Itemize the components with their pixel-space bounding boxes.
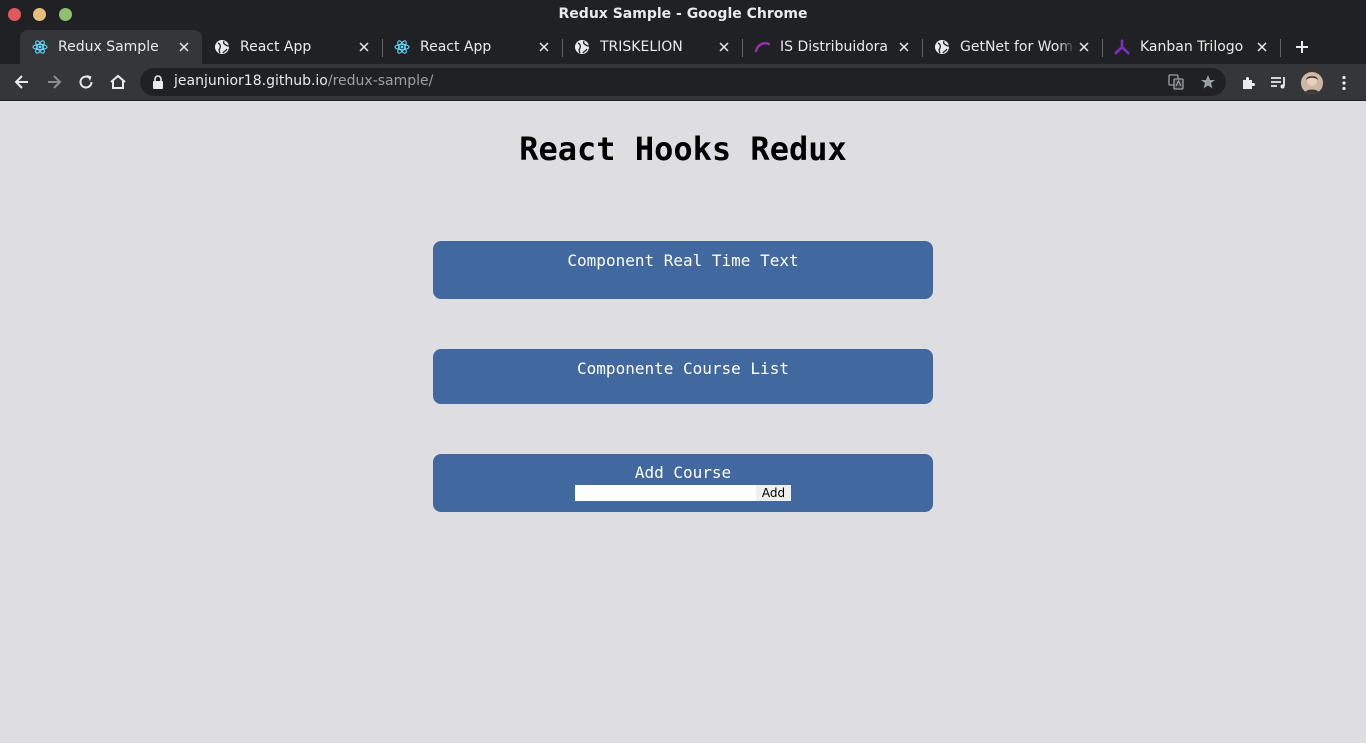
tab-react-app-1[interactable]: React App (202, 30, 382, 64)
close-tab-icon[interactable] (1076, 39, 1092, 55)
url-text: jeanjunior18.github.io/redux-sample/ (174, 73, 433, 89)
address-bar[interactable]: jeanjunior18.github.io/redux-sample/ (140, 68, 1226, 96)
add-course-form: Add (433, 485, 933, 501)
back-button[interactable] (10, 70, 34, 94)
add-course-heading: Add Course (634, 463, 732, 482)
forward-button[interactable] (42, 70, 66, 94)
close-tab-icon[interactable] (356, 39, 372, 55)
globe-icon (934, 39, 950, 55)
tab-getnet[interactable]: GetNet for Wom (922, 30, 1102, 64)
swoosh-icon (754, 39, 770, 55)
window-titlebar: Redux Sample - Google Chrome (0, 0, 1366, 30)
reload-icon (79, 75, 93, 89)
reload-button[interactable] (74, 70, 98, 94)
extensions-icon[interactable] (1238, 73, 1258, 93)
media-queue-icon[interactable] (1269, 73, 1289, 93)
trilogo-icon (1114, 39, 1130, 55)
realtime-text-card: Component Real Time Text (433, 241, 933, 299)
tab-label: TRISKELION (600, 39, 683, 55)
react-icon (32, 39, 48, 55)
tab-label: React App (240, 39, 312, 55)
tab-triskelion[interactable]: TRISKELION (562, 30, 742, 64)
react-icon (394, 39, 410, 55)
lock-icon (153, 75, 163, 89)
close-tab-icon[interactable] (1254, 39, 1270, 55)
globe-icon (574, 39, 590, 55)
home-icon (110, 74, 126, 89)
arrow-right-icon (48, 75, 62, 89)
arrow-left-icon (14, 75, 28, 89)
tab-react-app-2[interactable]: React App (382, 30, 562, 64)
translate-icon[interactable] (1168, 74, 1184, 90)
close-tab-icon[interactable] (536, 39, 552, 55)
tab-label: React App (420, 39, 492, 55)
close-tab-icon[interactable] (896, 39, 912, 55)
tab-label: IS Distribuidora (780, 39, 889, 55)
tab-label: Redux Sample (58, 39, 159, 55)
close-tab-icon[interactable] (716, 39, 732, 55)
add-course-button[interactable]: Add (756, 485, 791, 501)
tab-redux-sample[interactable]: Redux Sample (20, 30, 202, 64)
home-button[interactable] (106, 70, 130, 94)
tab-kanban-trilogo[interactable]: Kanban Trilogo (1102, 30, 1280, 64)
window-title: Redux Sample - Google Chrome (558, 6, 808, 22)
tab-separator (1280, 39, 1281, 57)
new-tab-button[interactable] (1290, 35, 1314, 59)
tab-label: Kanban Trilogo (1140, 39, 1244, 55)
course-name-input[interactable] (575, 485, 756, 501)
tab-strip: Redux Sample React App React App TRISKEL… (0, 30, 1366, 64)
url-path: /redux-sample/ (327, 73, 434, 89)
course-list-heading: Componente Course List (577, 359, 789, 378)
tab-label: GetNet for Wom (960, 39, 1073, 55)
page-title: React Hooks Redux (519, 130, 847, 168)
kebab-menu-icon[interactable] (1334, 73, 1354, 93)
realtime-text-heading: Component Real Time Text (567, 251, 799, 270)
profile-avatar[interactable] (1301, 72, 1323, 94)
star-icon[interactable] (1200, 74, 1216, 90)
browser-toolbar: jeanjunior18.github.io/redux-sample/ (0, 64, 1366, 101)
add-course-card: Add Course Add (433, 454, 933, 512)
page-content: React Hooks Redux Component Real Time Te… (0, 102, 1366, 743)
tab-is-distribuidora[interactable]: IS Distribuidora (742, 30, 922, 64)
course-list-card: Componente Course List (433, 349, 933, 404)
globe-icon (214, 39, 230, 55)
close-tab-icon[interactable] (176, 39, 192, 55)
plus-icon (1296, 41, 1308, 53)
url-host: jeanjunior18.github.io (174, 73, 328, 89)
